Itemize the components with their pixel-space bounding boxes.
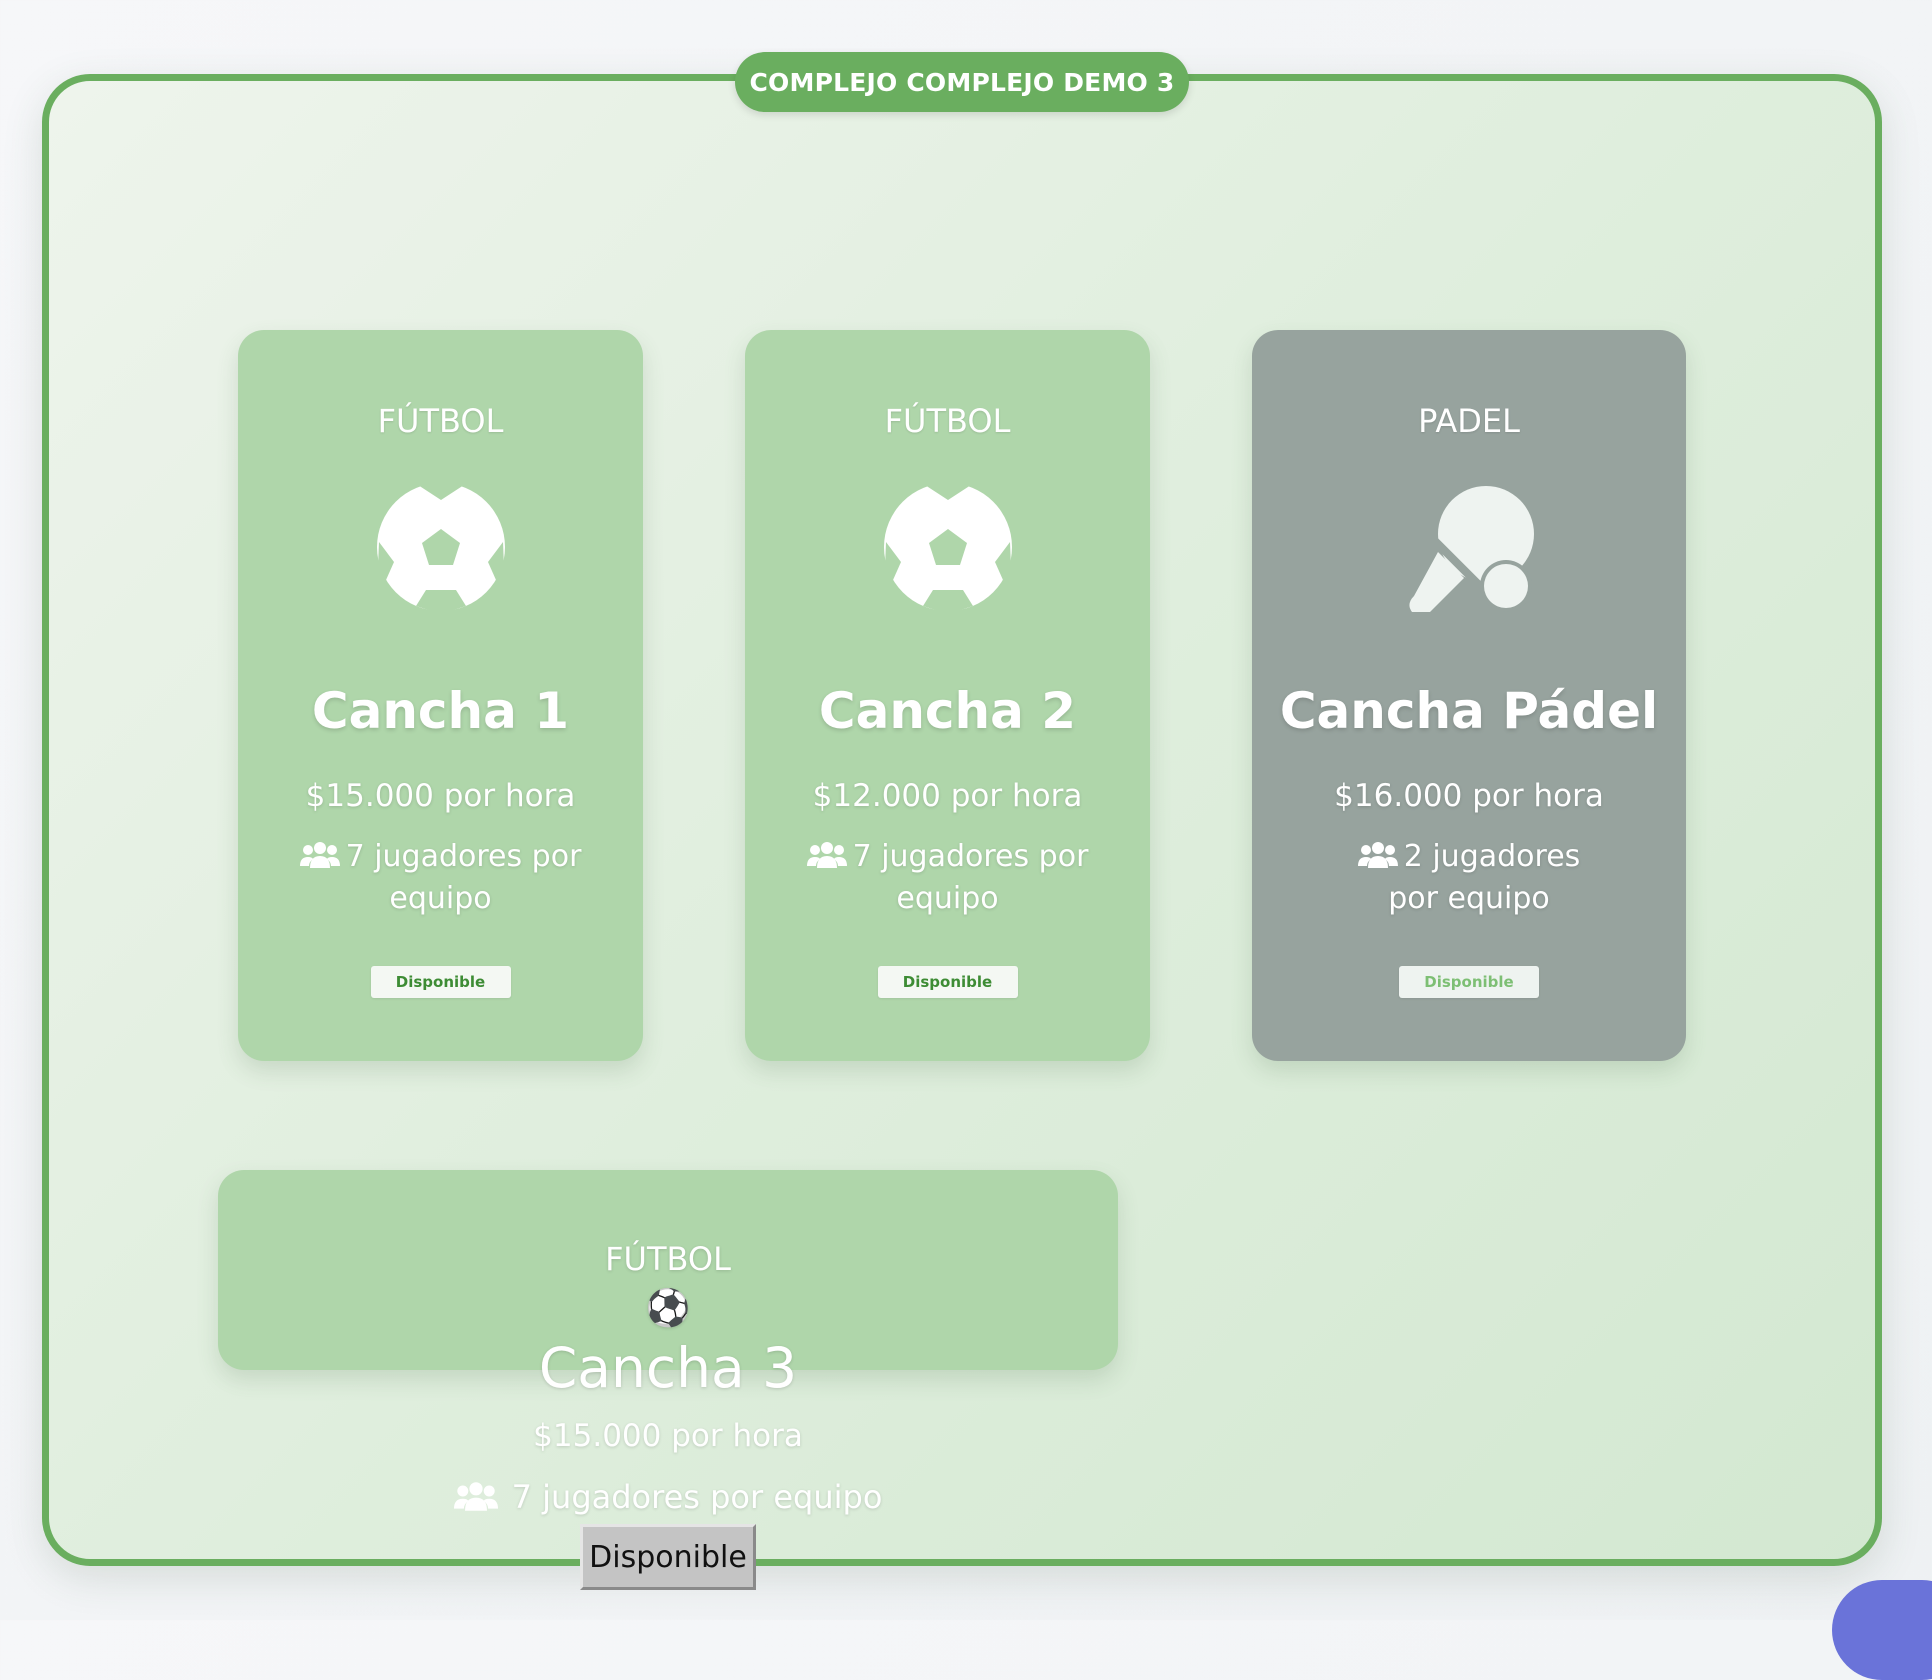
floating-action-button[interactable] [1832,1580,1932,1680]
status-badge: Disponible [370,966,511,998]
court-price: $15.000 por hora [533,1418,803,1454]
players-line-2: equipo [896,881,999,916]
court-price: $16.000 por hora [1334,778,1604,814]
players-line-2: por equipo [1388,881,1550,916]
court-name: Cancha 3 [538,1336,798,1400]
soccer-ball-icon [883,482,1012,612]
players-text: 7 jugadores por equipo [511,1478,883,1516]
players-line-1: 7 jugadores por [852,839,1089,874]
court-price: $15.000 por hora [305,778,576,814]
court-card-2[interactable]: FÚTBOL Cancha 2 $12.000 por hora 7 jugad… [745,330,1150,1061]
sport-label: FÚTBOL [884,402,1011,440]
sport-label: FÚTBOL [377,402,504,440]
court-name: Cancha 2 [818,682,1077,740]
players-line-1: 7 jugadores por [345,839,582,874]
players-info: 7 jugadores por equipo [218,1478,1118,1516]
players-line-1: 2 jugadores [1403,839,1581,874]
users-icon [1357,842,1398,868]
sport-label: PADEL [1418,402,1520,440]
status-badge: Disponible [1399,966,1539,998]
court-card-1[interactable]: FÚTBOL Cancha 1 $15.000 por hora 7 jugad… [238,330,643,1061]
users-icon [299,842,340,868]
players-line-2: equipo [389,881,492,916]
soccer-ball-icon [376,482,505,612]
players-info: 7 jugadores por equipo [291,836,591,920]
status-button[interactable]: Disponible [580,1524,756,1590]
soccer-ball-icon: ⚽ [645,1288,691,1329]
users-icon [453,1482,498,1511]
paddle-racket-icon [1409,486,1534,612]
players-info: 7 jugadores por equipo [798,836,1098,920]
status-badge: Disponible [877,966,1018,998]
players-info: 2 jugadores por equipo [1354,836,1584,920]
court-card-padel[interactable]: PADEL Cancha Pádel $16.000 por hora 2 ju… [1252,330,1686,1061]
users-icon [806,842,847,868]
sport-label: FÚTBOL [605,1240,731,1278]
court-name: Cancha 1 [311,682,570,740]
court-price: $12.000 por hora [812,778,1083,814]
complex-title: COMPLEJO COMPLEJO DEMO 3 [735,52,1189,112]
court-name: Cancha Pádel [1279,682,1659,740]
